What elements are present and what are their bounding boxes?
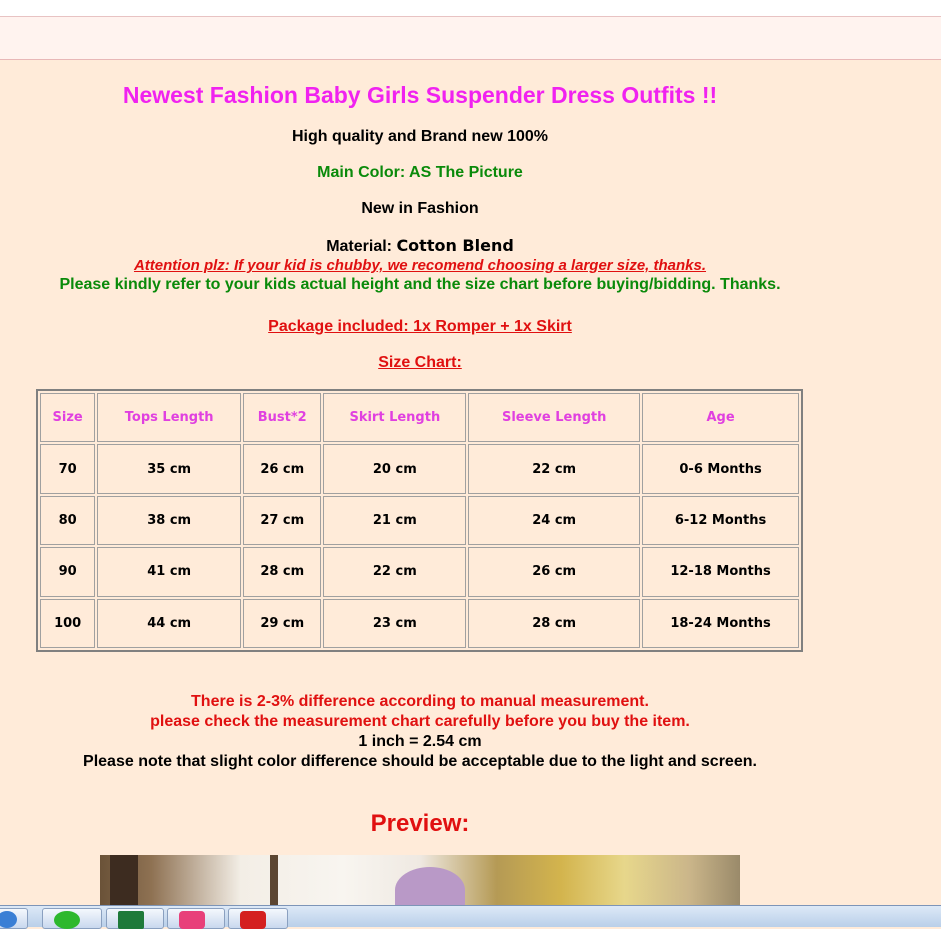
size-chart-title: Size Chart: <box>378 354 462 371</box>
material-label: Material: <box>326 238 397 255</box>
size-chart-table: Size Tops Length Bust*2 Skirt Length Sle… <box>36 389 803 652</box>
header-cell-bust: Bust*2 <box>243 393 322 443</box>
header-cell-tops-length: Tops Length <box>97 393 242 443</box>
table-cell: 41 cm <box>97 547 242 597</box>
excel-icon <box>118 911 144 929</box>
table-cell: 100 <box>40 598 96 648</box>
color-note: Please note that slight color difference… <box>83 753 757 770</box>
app-pink-icon <box>179 911 205 929</box>
table-cell: 6-12 Months <box>642 495 799 546</box>
preview-heading: Preview: <box>370 810 470 837</box>
table-row: 80 38 cm 27 cm 21 cm 24 cm 6-12 Months <box>40 495 799 546</box>
wechat-icon <box>54 911 80 929</box>
table-cell: 22 cm <box>468 444 641 494</box>
package-line: Package included: 1x Romper + 1x Skirt <box>268 318 572 335</box>
header-cell-sleeve-length: Sleeve Length <box>468 393 641 443</box>
product-preview-image <box>100 855 740 905</box>
header-cell-skirt-length: Skirt Length <box>323 393 467 443</box>
ie-icon <box>0 911 17 928</box>
listing-header-band <box>0 17 941 60</box>
table-cell: 21 cm <box>323 495 467 546</box>
fashion-line: New in Fashion <box>361 200 479 217</box>
material-value: Cotton Blend <box>396 236 514 255</box>
quality-line: High quality and Brand new 100% <box>291 128 549 145</box>
table-cell: 90 <box>40 547 96 597</box>
netease-music-icon <box>240 911 266 929</box>
table-cell: 80 <box>40 495 96 546</box>
table-cell: 12-18 Months <box>642 547 799 597</box>
table-cell: 28 cm <box>468 598 641 648</box>
header-cell-age: Age <box>642 393 799 443</box>
table-cell: 20 cm <box>323 444 467 494</box>
table-cell: 22 cm <box>323 547 467 597</box>
table-cell: 35 cm <box>97 444 242 494</box>
table-cell: 26 cm <box>468 547 641 597</box>
size-chart-header-row: Size Tops Length Bust*2 Skirt Length Sle… <box>40 393 799 443</box>
product-title: Newest Fashion Baby Girls Suspender Dres… <box>122 82 718 108</box>
taskbar <box>0 905 941 929</box>
attention-note: Attention plz: If your kid is chubby, we… <box>133 257 707 274</box>
browser-top-bar <box>0 0 941 17</box>
table-cell: 23 cm <box>323 598 467 648</box>
check-note: please check the measurement chart caref… <box>150 713 690 730</box>
table-cell: 26 cm <box>243 444 322 494</box>
table-cell: 18-24 Months <box>642 598 799 648</box>
table-cell: 44 cm <box>97 598 242 648</box>
table-cell: 38 cm <box>97 495 242 546</box>
table-row: 100 44 cm 29 cm 23 cm 28 cm 18-24 Months <box>40 598 799 648</box>
refer-note: Please kindly refer to your kids actual … <box>59 276 781 293</box>
header-cell-size: Size <box>40 393 96 443</box>
table-cell: 29 cm <box>243 598 322 648</box>
table-cell: 0-6 Months <box>642 444 799 494</box>
main-color-line: Main Color: AS The Picture <box>317 164 523 181</box>
table-cell: 28 cm <box>243 547 322 597</box>
table-cell: 24 cm <box>468 495 641 546</box>
inch-conversion: 1 inch = 2.54 cm <box>358 733 482 750</box>
table-row: 90 41 cm 28 cm 22 cm 26 cm 12-18 Months <box>40 547 799 597</box>
material-line: Material: Cotton Blend <box>0 236 840 256</box>
table-cell: 70 <box>40 444 96 494</box>
difference-note: There is 2-3% difference according to ma… <box>191 693 649 710</box>
table-cell: 27 cm <box>243 495 322 546</box>
table-row: 70 35 cm 26 cm 20 cm 22 cm 0-6 Months <box>40 444 799 494</box>
